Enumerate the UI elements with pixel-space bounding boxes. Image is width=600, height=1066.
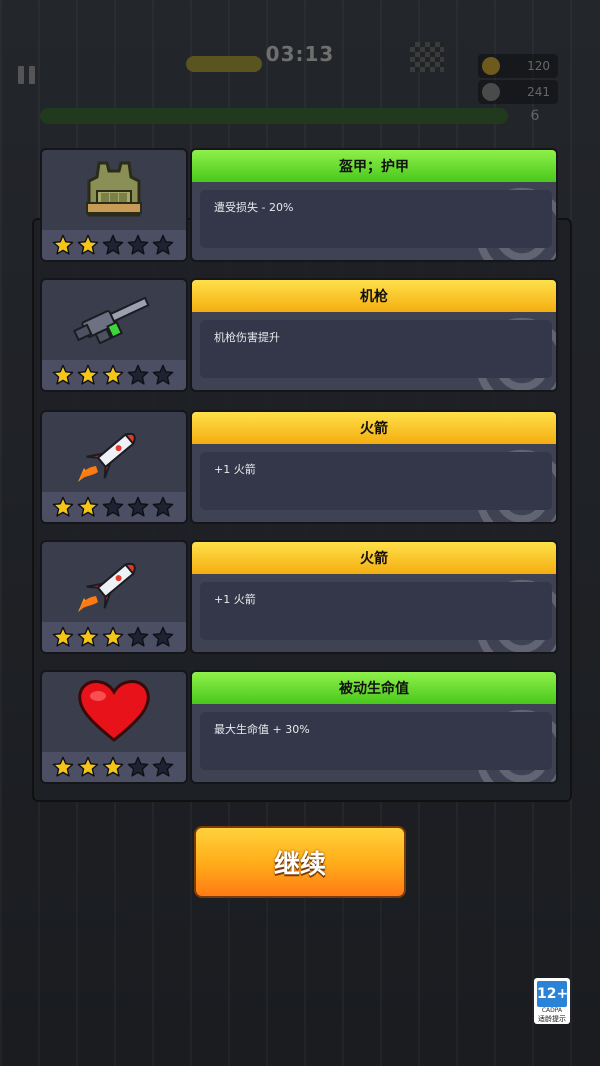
star-empty-icon — [127, 234, 149, 255]
upgrade-description: 最大生命值 + 30% — [200, 712, 552, 770]
upgrade-icon-box — [40, 278, 188, 392]
upgrade-card[interactable]: 盔甲；护甲 遭受损失 - 20% — [40, 148, 560, 266]
star-rating — [42, 752, 186, 782]
age-rating-badge: 12+ CADPA 适龄提示 — [534, 978, 570, 1024]
star-filled-icon — [52, 234, 74, 255]
star-filled-icon — [77, 234, 99, 255]
star-filled-icon — [52, 496, 74, 517]
health-bar — [40, 108, 508, 124]
pause-icon[interactable] — [18, 66, 40, 84]
upgrade-icon-box — [40, 148, 188, 262]
star-filled-icon — [52, 756, 74, 777]
rocket-icon — [42, 542, 186, 620]
coin-counter: 120 — [478, 54, 558, 78]
star-empty-icon — [152, 626, 174, 647]
star-filled-icon — [77, 364, 99, 385]
star-empty-icon — [127, 756, 149, 777]
star-empty-icon — [152, 496, 174, 517]
star-rating — [42, 230, 186, 260]
upgrade-description: +1 火箭 — [200, 582, 552, 640]
upgrade-icon-box — [40, 540, 188, 654]
upgrade-info: 火箭 +1 火箭 — [190, 540, 558, 654]
star-rating — [42, 492, 186, 522]
star-empty-icon — [152, 756, 174, 777]
star-empty-icon — [152, 234, 174, 255]
upgrade-info: 火箭 +1 火箭 — [190, 410, 558, 524]
star-empty-icon — [102, 496, 124, 517]
level-indicator: 6 — [530, 108, 540, 124]
star-empty-icon — [127, 364, 149, 385]
star-empty-icon — [152, 364, 174, 385]
upgrade-title: 火箭 — [192, 542, 556, 574]
upgrade-description: 机枪伤害提升 — [200, 320, 552, 378]
kill-count: 241 — [527, 85, 550, 99]
upgrade-info: 被动生命值 最大生命值 + 30% — [190, 670, 558, 784]
star-filled-icon — [102, 364, 124, 385]
star-filled-icon — [52, 626, 74, 647]
armor-vest-icon — [42, 150, 186, 228]
upgrade-title: 火箭 — [192, 412, 556, 444]
upgrade-icon-box — [40, 670, 188, 784]
star-filled-icon — [102, 626, 124, 647]
age-rating-number: 12+ — [537, 981, 568, 1007]
upgrade-description: 遭受损失 - 20% — [200, 190, 552, 248]
continue-button[interactable]: 继续 — [194, 826, 406, 898]
upgrade-info: 机枪 机枪伤害提升 — [190, 278, 558, 392]
checkered-flag-icon — [410, 42, 444, 72]
star-filled-icon — [77, 496, 99, 517]
upgrade-title: 盔甲；护甲 — [192, 150, 556, 182]
age-rating-label: 适龄提示 — [538, 1015, 566, 1023]
star-rating — [42, 622, 186, 652]
upgrade-card[interactable]: 火箭 +1 火箭 — [40, 410, 560, 528]
upgrade-card[interactable]: 被动生命值 最大生命值 + 30% — [40, 670, 560, 788]
upgrade-icon-box — [40, 410, 188, 524]
rocket-icon — [42, 412, 186, 490]
upgrade-title: 被动生命值 — [192, 672, 556, 704]
coin-count: 120 — [527, 59, 550, 73]
upgrade-card[interactable]: 机枪 机枪伤害提升 — [40, 278, 560, 396]
upgrade-title: 机枪 — [192, 280, 556, 312]
machine-gun-icon — [42, 280, 186, 358]
kill-counter: 241 — [478, 80, 558, 104]
star-empty-icon — [102, 234, 124, 255]
star-rating — [42, 360, 186, 390]
star-filled-icon — [102, 756, 124, 777]
star-empty-icon — [127, 626, 149, 647]
star-filled-icon — [77, 756, 99, 777]
star-filled-icon — [52, 364, 74, 385]
upgrade-info: 盔甲；护甲 遭受损失 - 20% — [190, 148, 558, 262]
coin-icon — [482, 57, 500, 75]
star-filled-icon — [77, 626, 99, 647]
skull-icon — [482, 83, 500, 101]
heart-icon — [42, 672, 186, 750]
star-empty-icon — [127, 496, 149, 517]
upgrade-card[interactable]: 火箭 +1 火箭 — [40, 540, 560, 658]
age-rating-org: CADPA — [541, 1007, 563, 1014]
upgrade-description: +1 火箭 — [200, 452, 552, 510]
